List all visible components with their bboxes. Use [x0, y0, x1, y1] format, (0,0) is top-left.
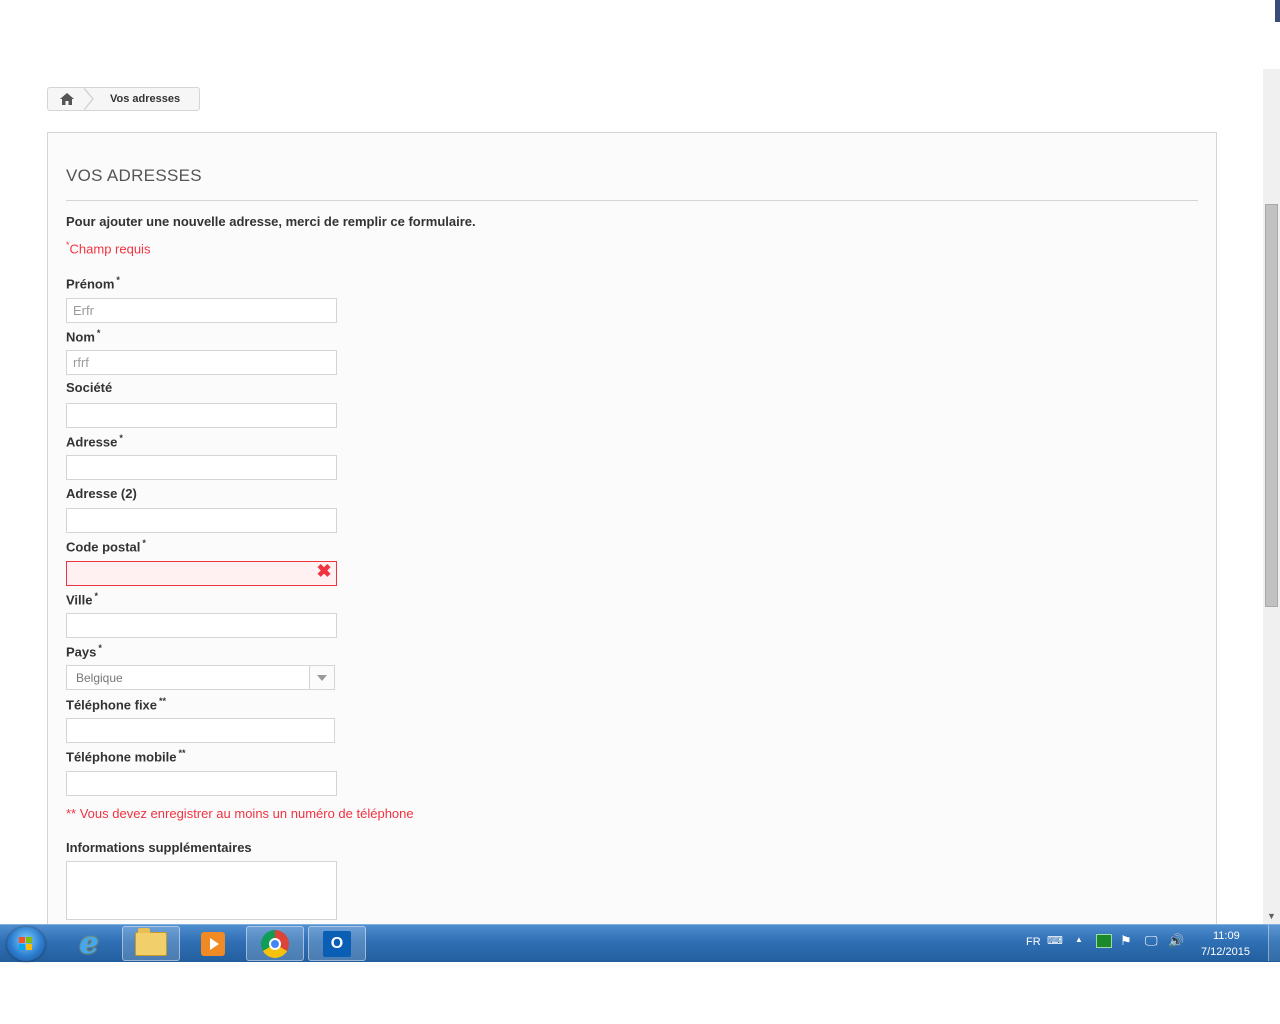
- start-button[interactable]: [7, 927, 45, 961]
- address2-input[interactable]: [66, 508, 337, 533]
- show-hidden-icons-icon[interactable]: ▲: [1075, 935, 1083, 944]
- volume-icon[interactable]: 🔊: [1168, 933, 1184, 949]
- scroll-down-arrow-icon[interactable]: ▼: [1263, 908, 1280, 924]
- taskbar-media-player[interactable]: [184, 926, 242, 961]
- breadcrumb: Vos adresses: [47, 87, 200, 111]
- chrome-icon: [261, 929, 289, 958]
- breadcrumb-home-link[interactable]: [48, 87, 94, 111]
- network-icon[interactable]: 🖵: [1145, 933, 1158, 949]
- firstname-label: Prénom *: [66, 275, 120, 292]
- select-dropdown-button[interactable]: [309, 666, 334, 689]
- windows-logo-icon: [19, 937, 33, 951]
- required-note-text: Champ requis: [69, 241, 151, 257]
- keyboard-icon[interactable]: ⌨: [1047, 934, 1063, 947]
- window-corner: [1275, 0, 1280, 22]
- folder-icon: [135, 927, 167, 956]
- phone-requirement-note: ** Vous devez enregistrer au moins un nu…: [66, 806, 414, 821]
- windows-taskbar: e O FR ⌨ ▲ ⚑ 🖵 🔊 11:09 7/12/2015: [0, 924, 1280, 962]
- outlook-icon: O: [323, 930, 351, 957]
- taskbar-file-explorer[interactable]: [122, 926, 180, 961]
- address1-label: Adresse *: [66, 433, 123, 450]
- firstname-input[interactable]: [66, 298, 337, 323]
- lastname-label: Nom *: [66, 328, 101, 345]
- address1-input[interactable]: [66, 455, 337, 480]
- mobile-label: Téléphone mobile **: [66, 748, 186, 765]
- page-title: Vos adresses: [66, 166, 202, 185]
- country-label: Pays *: [66, 643, 102, 660]
- language-indicator[interactable]: FR: [1026, 936, 1041, 948]
- address-form-panel: Vos adresses Pour ajouter une nouvelle a…: [47, 132, 1217, 932]
- mobile-input[interactable]: [66, 771, 337, 796]
- other-info-textarea[interactable]: [66, 861, 337, 920]
- city-label: Ville *: [66, 591, 99, 608]
- phone-input[interactable]: [66, 718, 335, 743]
- network-status-icon[interactable]: [1096, 934, 1112, 948]
- company-label: Société: [66, 380, 113, 395]
- show-desktop-button[interactable]: [1268, 925, 1280, 961]
- clock-date[interactable]: 7/12/2015: [1201, 946, 1250, 958]
- country-select[interactable]: Belgique: [66, 665, 335, 690]
- company-input[interactable]: [66, 403, 337, 428]
- internet-explorer-icon: e: [79, 926, 99, 961]
- required-note: *Champ requis: [66, 240, 150, 256]
- home-icon: [60, 93, 74, 105]
- taskbar-internet-explorer[interactable]: e: [60, 926, 118, 961]
- media-player-icon: [201, 931, 225, 956]
- other-info-label: Informations supplémentaires: [66, 840, 252, 855]
- breadcrumb-separator: [83, 87, 94, 111]
- action-center-flag-icon[interactable]: ⚑: [1120, 933, 1132, 949]
- address2-label: Adresse (2): [66, 486, 137, 501]
- chevron-down-icon: [317, 674, 327, 681]
- intro-text: Pour ajouter une nouvelle adresse, merci…: [66, 214, 476, 229]
- error-x-icon: ✖: [316, 561, 332, 581]
- phone-label: Téléphone fixe **: [66, 696, 167, 713]
- taskbar-chrome[interactable]: [246, 926, 304, 961]
- clock-time[interactable]: 11:09: [1213, 930, 1240, 942]
- city-input[interactable]: [66, 613, 337, 638]
- country-selected-value: Belgique: [76, 671, 123, 685]
- title-divider: [66, 200, 1198, 201]
- breadcrumb-current: Vos adresses: [110, 93, 181, 105]
- taskbar-outlook[interactable]: O: [308, 926, 366, 961]
- scrollbar-thumb[interactable]: [1265, 204, 1278, 607]
- postcode-input[interactable]: [66, 561, 337, 586]
- lastname-input[interactable]: [66, 350, 337, 375]
- postcode-label: Code postal *: [66, 538, 146, 555]
